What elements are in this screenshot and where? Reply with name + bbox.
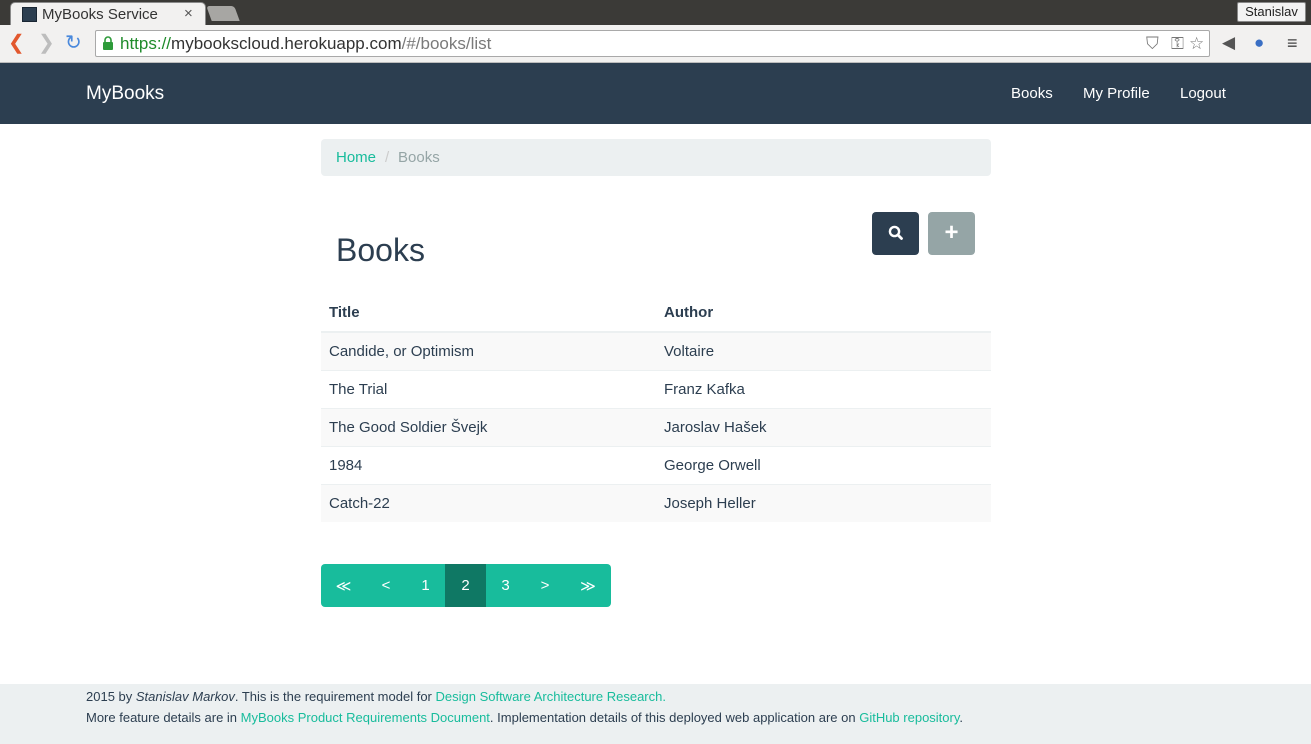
book-title-cell[interactable]: The Trial xyxy=(321,369,656,408)
page-2-button[interactable]: 2 xyxy=(445,564,486,607)
close-tab-icon[interactable]: × xyxy=(184,5,193,22)
book-title-cell[interactable]: The Good Soldier Švejk xyxy=(321,407,656,446)
book-author-cell: Voltaire xyxy=(656,331,991,370)
page-first-button[interactable]: ≪ xyxy=(321,564,366,607)
breadcrumb-current: Books xyxy=(398,149,440,166)
book-author-cell: Franz Kafka xyxy=(656,369,991,408)
column-header-title[interactable]: Title xyxy=(321,293,656,333)
table-row[interactable]: Catch-22 Joseph Heller xyxy=(321,483,991,522)
brand-link[interactable]: MyBooks xyxy=(86,83,164,105)
nav-books-link[interactable]: Books xyxy=(1011,85,1053,102)
shield-icon[interactable]: ⛉ xyxy=(1146,34,1159,54)
page-1-button[interactable]: 1 xyxy=(406,564,445,607)
book-author-cell: Jaroslav Hašek xyxy=(656,407,991,446)
book-title-cell[interactable]: Candide, or Optimism xyxy=(321,331,656,370)
table-row[interactable]: The Good Soldier Švejk Jaroslav Hašek xyxy=(321,407,991,446)
book-title-cell[interactable]: 1984 xyxy=(321,445,656,484)
column-header-author[interactable]: Author xyxy=(656,293,991,333)
pagination: ≪ < 1 2 3 > ≫ xyxy=(321,564,611,607)
requirements-doc-link[interactable]: MyBooks Product Requirements Document xyxy=(241,710,490,725)
address-bar[interactable]: https://mybookscloud.herokuapp.com/#/boo… xyxy=(95,30,1210,57)
extension-icon[interactable]: ◀ xyxy=(1222,33,1235,53)
breadcrumb-separator: / xyxy=(385,149,390,166)
page-prev-button[interactable]: < xyxy=(366,564,406,607)
page-3-button[interactable]: 3 xyxy=(486,564,525,607)
search-icon xyxy=(888,225,903,240)
search-button[interactable] xyxy=(872,212,919,255)
reload-icon[interactable]: ↻ xyxy=(65,33,82,53)
menu-icon[interactable]: ≡ xyxy=(1287,33,1298,54)
key-icon[interactable]: ⚿ xyxy=(1171,34,1184,54)
breadcrumb: Home / Books xyxy=(321,139,991,176)
table-row[interactable]: The Trial Franz Kafka xyxy=(321,369,991,408)
plus-icon: + xyxy=(944,219,959,246)
book-author-cell: Joseph Heller xyxy=(656,483,991,522)
table-row[interactable]: 1984 George Orwell xyxy=(321,445,991,484)
back-icon[interactable]: ❮ xyxy=(8,33,25,53)
footer-line-2: More feature details are in MyBooks Prod… xyxy=(86,710,964,725)
page-last-button[interactable]: ≫ xyxy=(565,564,611,607)
forward-icon[interactable]: ❯ xyxy=(38,33,55,53)
profile-button[interactable]: Stanislav xyxy=(1237,2,1306,22)
book-title-cell[interactable]: Catch-22 xyxy=(321,483,656,522)
footer-line-1: 2015 by Stanislav Markov. This is the re… xyxy=(86,689,666,704)
browser-tab[interactable]: MyBooks Service × xyxy=(10,2,206,25)
skype-extension-icon[interactable]: ● xyxy=(1254,33,1264,53)
table-header-row: Title Author xyxy=(321,293,991,333)
add-book-button[interactable]: + xyxy=(928,212,975,255)
book-author-cell: George Orwell xyxy=(656,445,991,484)
research-link[interactable]: Design Software Architecture Research. xyxy=(435,689,666,704)
table-row[interactable]: Candide, or Optimism Voltaire xyxy=(321,331,991,370)
url-text: https://mybookscloud.herokuapp.com/#/boo… xyxy=(120,34,492,53)
footer-author: Stanislav Markov xyxy=(135,689,235,704)
navbar: MyBooks Books My Profile Logout xyxy=(0,63,1311,124)
footer: 2015 by Stanislav Markov. This is the re… xyxy=(0,684,1311,744)
page-title: Books xyxy=(336,232,425,268)
browser-tabstrip: MyBooks Service × Stanislav xyxy=(0,0,1311,25)
nav-my-profile-link[interactable]: My Profile xyxy=(1083,85,1150,102)
favicon-icon xyxy=(22,7,37,22)
browser-toolbar: ❮ ❯ ↻ https://mybookscloud.herokuapp.com… xyxy=(0,25,1311,63)
books-table: Title Author Candide, or Optimism Voltai… xyxy=(321,293,991,522)
bookmark-star-icon[interactable]: ☆ xyxy=(1189,34,1204,54)
tab-title: MyBooks Service xyxy=(42,6,158,23)
breadcrumb-home-link[interactable]: Home xyxy=(336,149,376,166)
nav-logout-link[interactable]: Logout xyxy=(1180,85,1226,102)
lock-icon xyxy=(103,36,113,50)
page-next-button[interactable]: > xyxy=(525,564,565,607)
new-tab-button[interactable] xyxy=(206,6,240,21)
github-repository-link[interactable]: GitHub repository xyxy=(859,710,959,725)
